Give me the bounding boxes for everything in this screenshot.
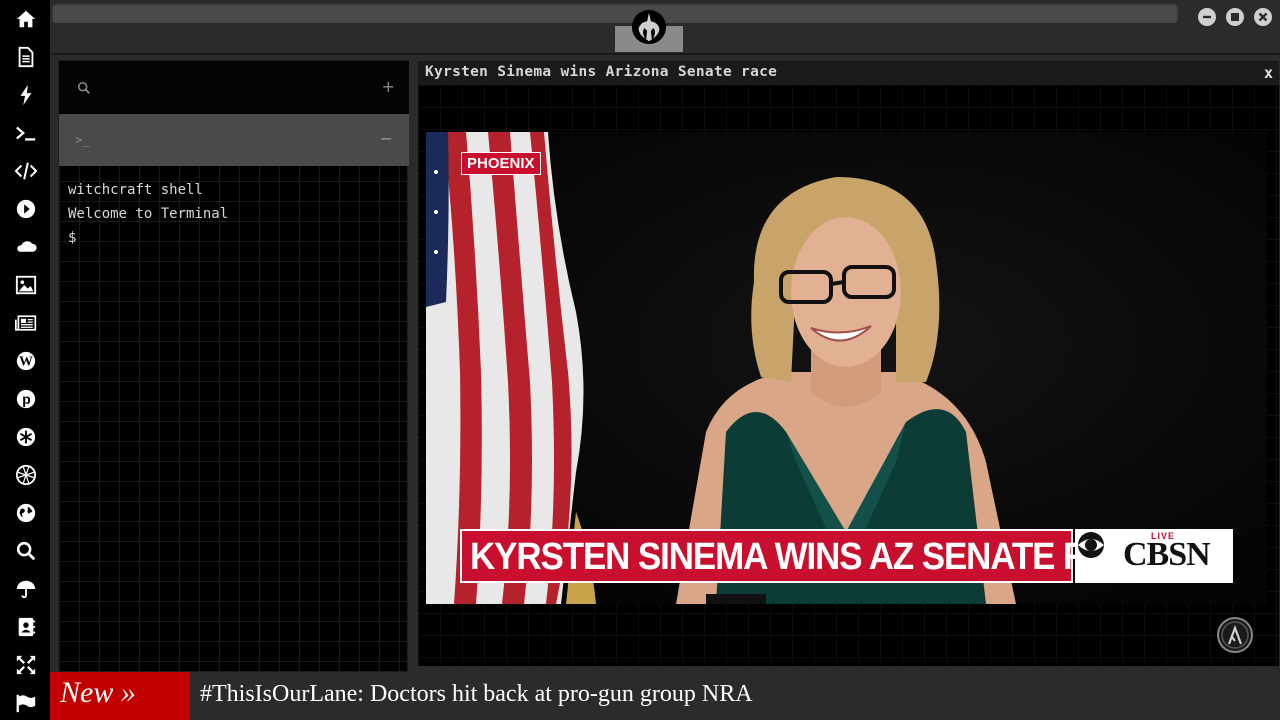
play-icon[interactable] [13, 196, 39, 222]
expand-icon[interactable] [13, 652, 39, 678]
asterisk-icon[interactable] [13, 424, 39, 450]
terminal-output[interactable]: witchcraft shell Welcome to Terminal $ [68, 178, 398, 250]
video-titlebar: Kyrsten Sinema wins Arizona Senate race … [418, 61, 1279, 85]
cbs-eye-icon [1078, 532, 1104, 558]
close-video-button[interactable]: x [1264, 64, 1273, 82]
terminal-tab[interactable]: >_ − [59, 114, 409, 166]
network-logo-box: LIVE CBSN [1075, 529, 1233, 583]
ticker-headline[interactable]: #ThisIsOurLane: Doctors hit back at pro-… [200, 681, 753, 708]
maximize-button[interactable] [1226, 8, 1244, 26]
close-window-button[interactable] [1254, 8, 1272, 26]
code-icon[interactable] [13, 158, 39, 184]
terminal-prompt: $ [68, 230, 77, 246]
wordpress-icon[interactable]: W [13, 348, 39, 374]
new-badge: New » [50, 672, 190, 720]
add-terminal-button[interactable]: + [382, 77, 395, 96]
terminal-line: Welcome to Terminal [68, 206, 229, 222]
search-icon[interactable] [13, 538, 39, 564]
news-ticker: New » #ThisIsOurLane: Doctors hit back a… [50, 672, 1280, 720]
chyron-text: KYRSTEN SINEMA WINS AZ SENATE RACE [470, 536, 1159, 578]
svg-text:W: W [19, 354, 33, 369]
terminal-search-bar: + [59, 61, 409, 114]
globe-icon[interactable] [13, 500, 39, 526]
network-name: CBSN [1123, 536, 1211, 573]
umbrella-icon[interactable] [13, 576, 39, 602]
new-badge-label: New » [60, 676, 136, 709]
minimize-icon [1203, 15, 1211, 19]
address-bar[interactable] [52, 3, 1178, 23]
lightning-icon[interactable] [13, 82, 39, 108]
video-window: Kyrsten Sinema wins Arizona Senate race … [417, 60, 1280, 667]
close-icon [1258, 12, 1268, 22]
home-icon[interactable] [13, 6, 39, 32]
terminal-icon[interactable] [13, 120, 39, 146]
video-player[interactable]: PHOENIX KYRSTEN SINEMA WINS AZ SENATE RA… [426, 132, 1267, 604]
globe-wire-icon[interactable] [13, 462, 39, 488]
flag-icon[interactable] [13, 690, 39, 716]
app-sidebar: W p [0, 0, 50, 720]
prompt-icon: >_ [75, 133, 90, 147]
newspaper-icon[interactable] [13, 310, 39, 336]
contacts-icon[interactable] [13, 614, 39, 640]
svg-text:p: p [22, 392, 30, 407]
video-title: Kyrsten Sinema wins Arizona Senate race [425, 64, 778, 80]
search-icon [77, 81, 90, 94]
terminal-panel: + >_ − witchcraft shell Welcome to Termi… [58, 60, 409, 672]
image-icon[interactable] [13, 272, 39, 298]
top-bar [50, 0, 1280, 55]
video-area: PHOENIX KYRSTEN SINEMA WINS AZ SENATE RA… [418, 85, 1279, 666]
document-icon[interactable] [13, 44, 39, 70]
terminal-search-input[interactable] [99, 75, 349, 101]
rebel-alliance-icon [630, 8, 668, 46]
news-chyron: KYRSTEN SINEMA WINS AZ SENATE RACE [460, 529, 1159, 583]
collapse-terminal-button[interactable]: − [380, 129, 393, 148]
terminal-line: witchcraft shell [68, 182, 203, 198]
location-badge: PHOENIX [461, 152, 541, 175]
pinterest-icon[interactable]: p [13, 386, 39, 412]
cloud-icon[interactable] [13, 234, 39, 260]
half-life-lambda-icon[interactable] [1216, 616, 1254, 654]
minimize-button[interactable] [1198, 8, 1216, 26]
maximize-icon [1231, 13, 1239, 21]
